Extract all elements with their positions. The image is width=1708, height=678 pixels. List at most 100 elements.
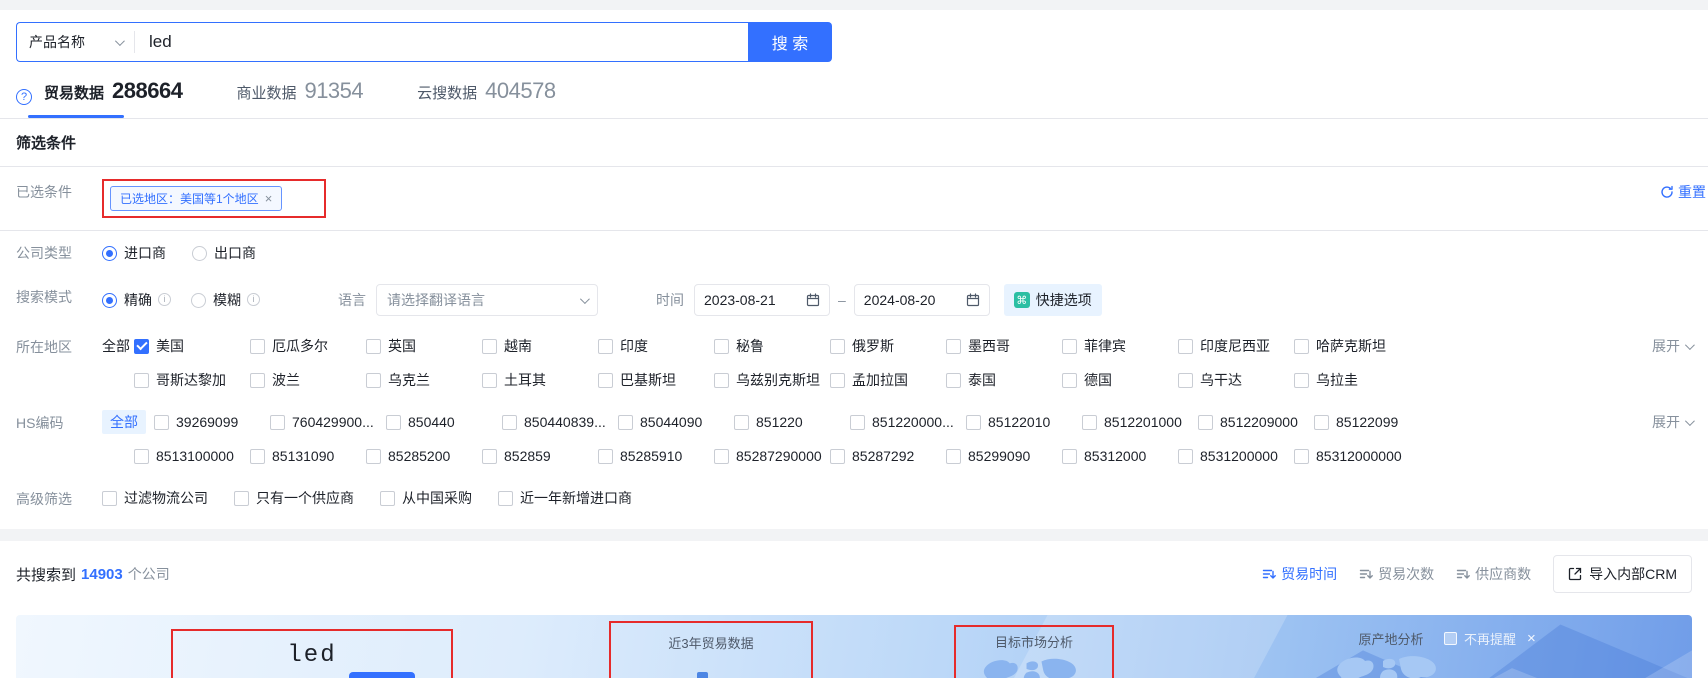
info-icon[interactable]: i: [158, 293, 171, 306]
hs-code-checkbox-item[interactable]: 851220000...: [850, 410, 966, 434]
radio-importer[interactable]: 进口商: [102, 240, 166, 266]
hs-code-checkbox-item[interactable]: 850440: [386, 410, 502, 434]
region-checkbox-item[interactable]: 越南: [482, 334, 598, 358]
hs-code-checkbox-item[interactable]: 85044090: [618, 410, 734, 434]
region-checkbox-item[interactable]: 乌兹别克斯坦: [714, 368, 830, 392]
region-checkbox-item[interactable]: 巴基斯坦: [598, 368, 714, 392]
radio-label: 精确: [124, 287, 152, 313]
tab-trade-data[interactable]: ? 贸易数据 288664: [16, 78, 182, 118]
hs-code-checkbox-item[interactable]: 85131090: [250, 444, 366, 468]
expand-label: 展开: [1652, 410, 1680, 434]
region-checkbox-item[interactable]: 印度: [598, 334, 714, 358]
hs-code-checkbox-item[interactable]: 85312000: [1062, 444, 1178, 468]
region-checkbox-item[interactable]: 菲律宾: [1062, 334, 1178, 358]
import-crm-button[interactable]: 导入内部CRM: [1553, 555, 1692, 593]
region-checkbox-item[interactable]: 哥斯达黎加: [134, 368, 250, 392]
quick-options-button[interactable]: ⌘ 快捷选项: [1004, 284, 1102, 316]
advanced-checkbox-item[interactable]: 过滤物流公司: [102, 486, 208, 510]
region-expand-link[interactable]: 展开: [1652, 334, 1692, 358]
hs-code-checkbox-item[interactable]: 760429900...: [270, 410, 386, 434]
checkbox-label: 泰国: [968, 368, 996, 392]
checkbox-label: 85312000: [1084, 444, 1146, 468]
analyze-button[interactable]: 去分析: [349, 672, 414, 678]
chevron-down-icon: [115, 36, 125, 46]
command-icon: ⌘: [1014, 292, 1030, 308]
region-checkbox-item[interactable]: 孟加拉国: [830, 368, 946, 392]
language-select[interactable]: 请选择翻译语言: [376, 284, 598, 316]
selected-region-tag-text: 已选地区：美国等1个地区: [120, 190, 259, 207]
radio-exporter[interactable]: 出口商: [192, 240, 256, 266]
hs-code-checkbox-item[interactable]: 8531200000: [1178, 444, 1294, 468]
search-button[interactable]: 搜 索: [748, 22, 832, 62]
hs-all-option[interactable]: 全部: [102, 410, 146, 434]
checkbox-icon: [270, 415, 285, 430]
checkbox-icon: [1178, 449, 1193, 464]
region-checkbox-item[interactable]: 美国: [134, 334, 250, 358]
region-checkbox-item[interactable]: 厄瓜多尔: [250, 334, 366, 358]
advanced-checkbox-item[interactable]: 只有一个供应商: [234, 486, 354, 510]
hs-code-checkbox-item[interactable]: 85285200: [366, 444, 482, 468]
region-checkbox-item[interactable]: 墨西哥: [946, 334, 1062, 358]
search-category-dropdown[interactable]: 产品名称: [17, 31, 135, 53]
hs-code-checkbox-item[interactable]: 850440839...: [502, 410, 618, 434]
region-checkbox-item[interactable]: 泰国: [946, 368, 1062, 392]
sort-by-trade-count[interactable]: 贸易次数: [1359, 564, 1434, 584]
radio-fuzzy-mode[interactable]: 模糊: [191, 287, 241, 313]
end-date-picker[interactable]: 2024-08-20: [854, 284, 990, 316]
checkbox-icon: [734, 415, 749, 430]
hs-expand-link[interactable]: 展开: [1652, 410, 1692, 434]
checkbox-label: 85044090: [640, 410, 702, 434]
checkbox-icon: [154, 415, 169, 430]
hs-code-checkbox-item[interactable]: 85299090: [946, 444, 1062, 468]
advanced-checkbox-item[interactable]: 近一年新增进口商: [498, 486, 632, 510]
region-checkbox-item[interactable]: 乌拉圭: [1294, 368, 1410, 392]
hs-code-checkbox-item[interactable]: 85122010: [966, 410, 1082, 434]
hs-code-checkbox-item[interactable]: 8513100000: [134, 444, 250, 468]
info-icon[interactable]: i: [247, 293, 260, 306]
tab-business-data[interactable]: 商业数据 91354: [236, 78, 363, 118]
hs-code-checkbox-item[interactable]: 85287290000: [714, 444, 830, 468]
region-checkbox-item[interactable]: 波兰: [250, 368, 366, 392]
region-checkbox-item[interactable]: 乌克兰: [366, 368, 482, 392]
hs-code-checkbox-item[interactable]: 85312000000: [1294, 444, 1410, 468]
start-date-picker[interactable]: 2023-08-21: [694, 284, 830, 316]
advanced-checkbox-item[interactable]: 从中国采购: [380, 486, 472, 510]
dismiss-checkbox[interactable]: [1444, 632, 1457, 645]
hs-code-checkbox-item[interactable]: 851220: [734, 410, 850, 434]
hs-code-checkbox-item[interactable]: 39269099: [154, 410, 270, 434]
region-checkbox-item[interactable]: 英国: [366, 334, 482, 358]
hs-code-checkbox-item[interactable]: 85122099: [1314, 410, 1430, 434]
region-all-option[interactable]: 全部: [102, 334, 134, 358]
sort-by-trade-time[interactable]: 贸易时间: [1262, 564, 1337, 584]
hs-code-checkbox-item[interactable]: 852859: [482, 444, 598, 468]
help-icon[interactable]: ?: [16, 89, 32, 105]
close-icon[interactable]: ×: [1527, 630, 1536, 647]
hs-code-checkbox-item[interactable]: 85285910: [598, 444, 714, 468]
checkbox-icon: [1294, 449, 1309, 464]
tag-close-icon[interactable]: ×: [265, 191, 273, 206]
checkbox-icon: [380, 491, 395, 506]
region-checkbox-item[interactable]: 哈萨克斯坦: [1294, 334, 1410, 358]
hs-code-checkbox-item[interactable]: 8512201000: [1082, 410, 1198, 434]
checkbox-label: 85285200: [388, 444, 450, 468]
hs-code-checkbox-item[interactable]: 8512209000: [1198, 410, 1314, 434]
search-input[interactable]: [135, 32, 748, 52]
red-annotation-box-market-card[interactable]: 目标市场分析: [954, 625, 1114, 678]
region-checkbox-item[interactable]: 秘鲁: [714, 334, 830, 358]
radio-exact-mode[interactable]: 精确: [102, 287, 152, 313]
reset-filters-link[interactable]: 重置: [1660, 179, 1706, 205]
dismiss-banner-control[interactable]: 不再提醒 ×: [1444, 629, 1536, 648]
red-annotation-box-trade-chart-card[interactable]: 近3年贸易数据: [609, 621, 813, 678]
region-checkbox-item[interactable]: 印度尼西亚: [1178, 334, 1294, 358]
bar-chart-icon: [680, 664, 742, 678]
sort-by-supplier-count[interactable]: 供应商数: [1456, 564, 1531, 584]
region-checkbox-item[interactable]: 俄罗斯: [830, 334, 946, 358]
region-checkbox-item[interactable]: 土耳其: [482, 368, 598, 392]
checkbox-label: 德国: [1084, 368, 1112, 392]
tab-cloud-search-data[interactable]: 云搜数据 404578: [417, 78, 555, 118]
region-checkbox-item[interactable]: 乌干达: [1178, 368, 1294, 392]
checkbox-label: 厄瓜多尔: [272, 334, 328, 358]
selected-region-tag[interactable]: 已选地区：美国等1个地区 ×: [110, 186, 282, 211]
region-checkbox-item[interactable]: 德国: [1062, 368, 1178, 392]
hs-code-checkbox-item[interactable]: 85287292: [830, 444, 946, 468]
